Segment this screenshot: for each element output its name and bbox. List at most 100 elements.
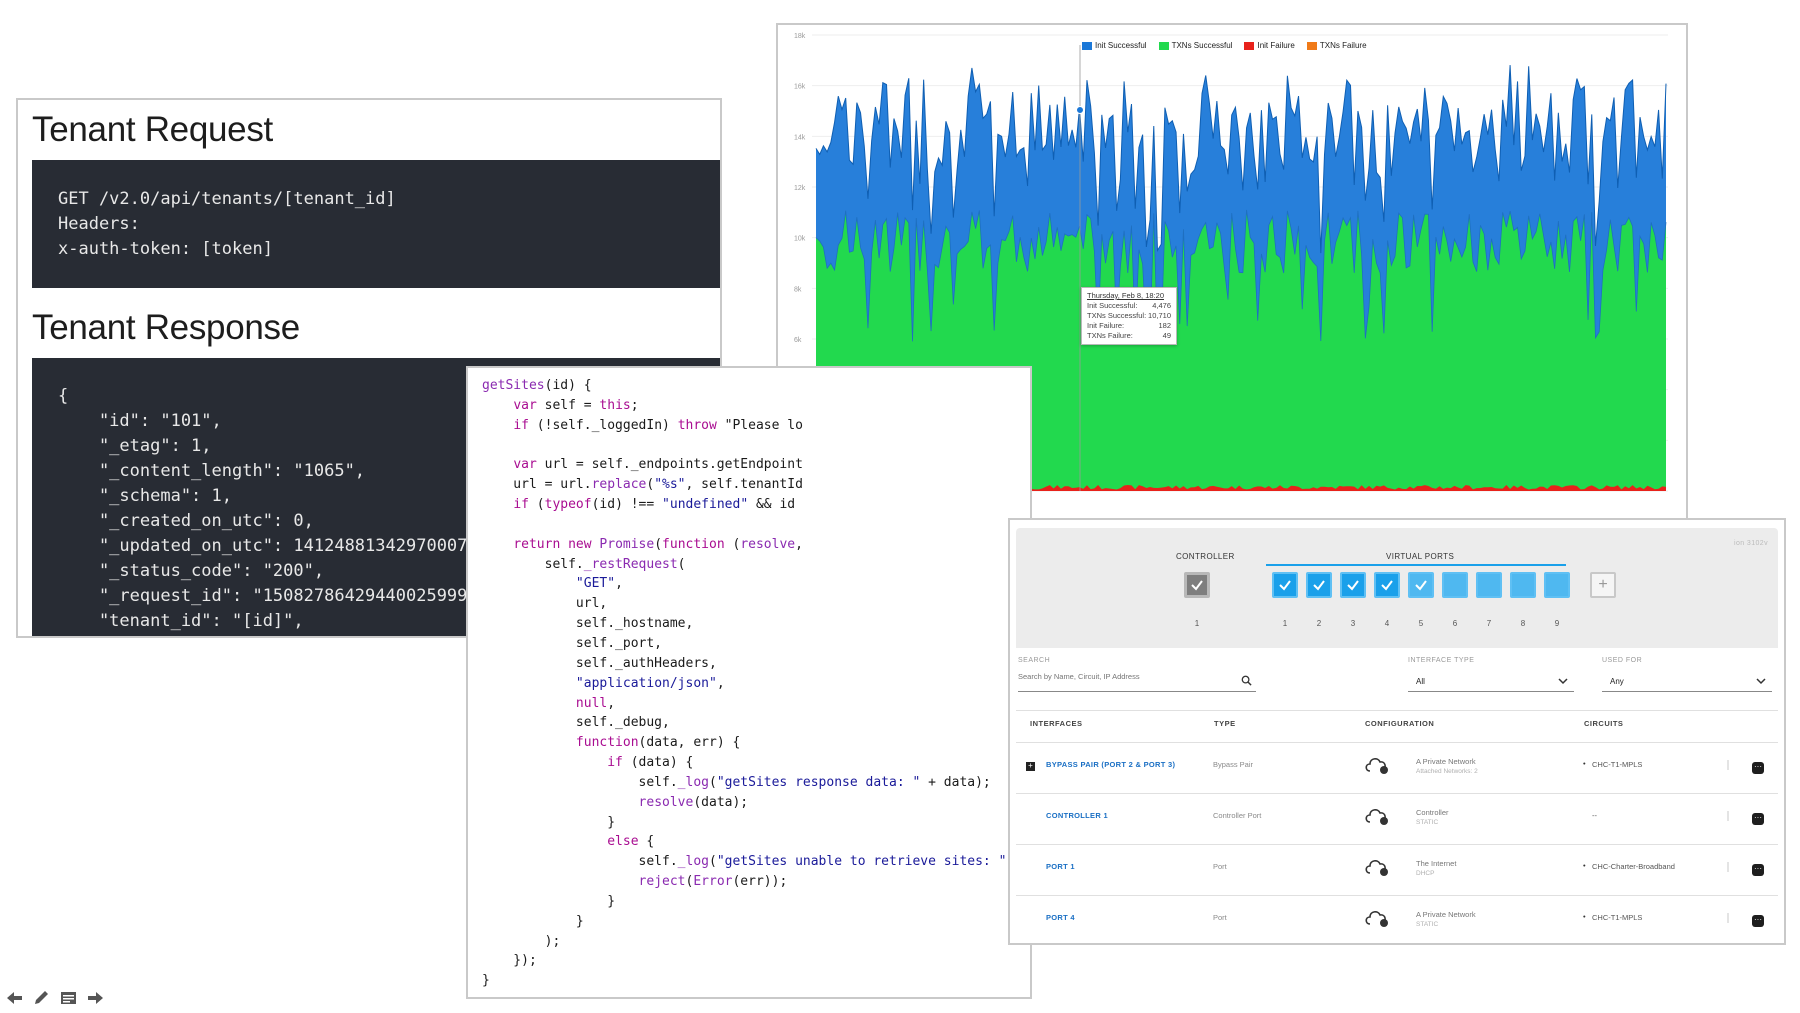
controller-port-number: 1 [1194,619,1200,628]
code-line: } [607,814,616,830]
arrow-right-icon[interactable] [87,990,104,1006]
code-line: resolve(data); [638,794,749,810]
virtual-port[interactable] [1544,572,1570,598]
chevron-down-icon [1756,678,1766,685]
tooltip-date: Thursday, Feb 8, 18:20 [1087,291,1164,300]
pencil-icon[interactable] [33,990,50,1006]
controller-port[interactable] [1184,572,1210,598]
virtual-port[interactable] [1306,572,1332,598]
more-options-icon[interactable]: ··· [1752,864,1764,876]
column-header-circuits: CIRCUITS [1584,719,1624,728]
code-line: self._authHeaders, [575,655,717,671]
configuration-network: The Internet [1416,859,1457,868]
legend-item[interactable]: Init Failure [1244,41,1295,50]
more-options-icon[interactable]: ··· [1752,915,1764,927]
virtual-port[interactable] [1476,572,1502,598]
interface-type-label: INTERFACE TYPE [1408,657,1475,664]
legend-item[interactable]: TXNs Successful [1158,41,1233,50]
legend-label: Init Successful [1095,41,1147,50]
cloud-icon [1365,809,1388,825]
column-header-type: TYPE [1214,719,1236,728]
table-row[interactable]: PORT 1 Port The Internet DHCP • CHC-Char… [1016,844,1778,894]
check-icon [1191,580,1203,591]
virtual-port[interactable] [1374,572,1400,598]
get-sites-code-panel: getSites(id) { var self = this; if (!sel… [466,366,1032,999]
tooltip-row: Init Successful: 4,476 [1087,301,1171,310]
chart-legend: Init Successful TXNs Successful Init Failu… [1082,41,1367,50]
code-line: return new Promise(function (resolve, [513,536,803,552]
configuration-network: A Private Network [1416,910,1476,919]
row-divider [1727,913,1729,923]
more-options-icon[interactable]: ··· [1752,762,1764,774]
table-divider [1016,710,1778,711]
virtual-port[interactable] [1272,572,1298,598]
interface-name[interactable]: PORT 1 [1046,862,1075,871]
check-icon [1347,580,1359,591]
interface-name[interactable]: PORT 4 [1046,913,1075,922]
column-header-configuration: CONFIGURATION [1365,719,1435,728]
cloud-icon [1365,911,1388,927]
code-line: self._hostname, [575,616,694,632]
table-row[interactable]: PORT 4 Port A Private Network STATIC • C… [1016,895,1778,943]
code-line: else { [607,834,655,850]
tooltip-row: Init Failure: 182 [1087,321,1171,330]
legend-label: TXNs Successful [1171,41,1233,50]
code-line: ); [544,933,561,949]
legend-label: TXNs Failure [1319,41,1367,50]
legend-swatch [1244,41,1255,50]
code-line: url = url.replace("%s", self.tenantId [482,477,803,493]
configuration-detail: DHCP [1416,870,1435,877]
more-options-icon[interactable]: ··· [1752,813,1764,825]
virtual-port[interactable] [1340,572,1366,598]
code-line: self._port, [575,635,663,651]
expand-icon[interactable]: + [1026,762,1035,771]
table-row[interactable]: CONTROLLER 1 Controller Port Controller … [1016,793,1778,843]
notes-icon[interactable] [60,990,77,1006]
search-input[interactable] [1018,672,1228,681]
legend-swatch [1306,41,1317,50]
circuit-bullet: • [1583,759,1586,768]
code-line: function(data, err) { [575,735,741,751]
circuit-bullet: • [1583,861,1586,870]
search-label: SEARCH [1018,657,1051,664]
code-line: if (!self._loggedIn) throw "Please lo [513,417,803,433]
search-field[interactable] [1018,672,1256,692]
code-line: self._debug, [575,715,670,731]
interface-type-select[interactable]: All [1408,672,1574,692]
used-for-select[interactable]: Any [1602,672,1772,692]
code-line: if (data) { [607,755,694,771]
interface-name[interactable]: BYPASS PAIR (PORT 2 & PORT 3) [1046,760,1175,769]
code-line: getSites(id) { [482,378,592,393]
interface-type-value: All [1416,677,1425,686]
y-tick-label: 6k [794,337,802,344]
virtual-port-number: 8 [1520,619,1526,628]
code-line: } [607,893,616,909]
chevron-down-icon [1558,678,1568,685]
legend-label: Init Failure [1257,41,1295,50]
code-line: self._log("getSites unable to retrieve s… [482,854,1030,870]
used-for-label: USED FOR [1602,657,1643,664]
legend-item[interactable]: Init Successful [1082,41,1147,50]
row-divider [1727,760,1729,770]
interface-name[interactable]: CONTROLLER 1 [1046,811,1108,820]
virtual-port[interactable] [1442,572,1468,598]
request-title: Tenant Request [32,110,273,149]
response-title: Tenant Response [32,308,300,347]
y-tick-label: 12k [794,185,806,192]
arrow-left-icon[interactable] [6,990,23,1006]
virtual-port[interactable] [1510,572,1536,598]
virtual-port[interactable] [1408,572,1434,598]
interface-type: Bypass Pair [1213,760,1254,769]
virtual-ports-underline [1266,564,1566,566]
add-port-button[interactable]: + [1590,572,1616,598]
code-line: url, [575,596,608,612]
column-header-interfaces: INTERFACES [1030,719,1083,728]
row-divider [1727,811,1729,821]
circuit-name: CHC-T1-MPLS [1592,913,1643,922]
legend-item[interactable]: TXNs Failure [1306,41,1367,50]
table-row[interactable]: + BYPASS PAIR (PORT 2 & PORT 3) Bypass P… [1016,742,1778,792]
code-line: } [482,973,490,989]
search-icon[interactable] [1241,675,1252,686]
used-for-value: Any [1610,677,1624,686]
virtual-ports-label: VIRTUAL PORTS [1386,552,1455,561]
